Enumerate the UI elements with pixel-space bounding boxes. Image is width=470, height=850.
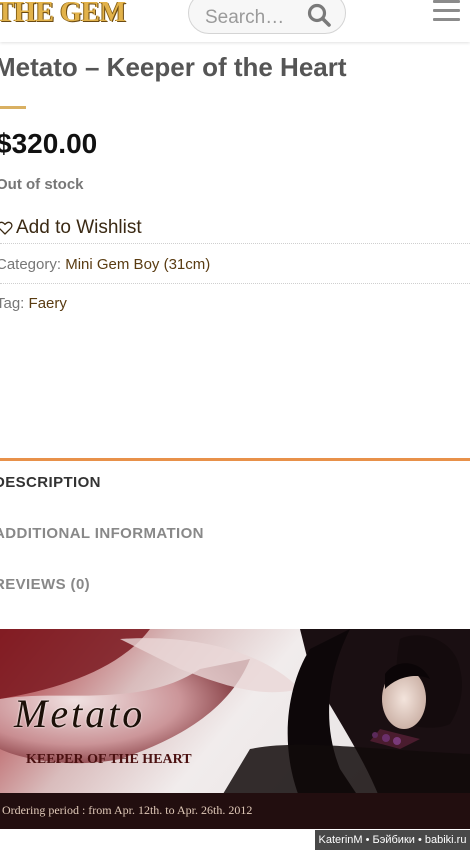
search-icon[interactable] <box>306 2 334 30</box>
tab-additional-information[interactable]: ADDITIONAL INFORMATION <box>0 525 204 542</box>
banner-subtitle: KEEPER OF THE HEART <box>26 752 192 767</box>
product-price: $320.00 <box>0 128 98 159</box>
search-input[interactable] <box>205 7 305 29</box>
banner-name: Metato <box>14 691 146 736</box>
product-tag: Tag: Faery <box>0 295 67 312</box>
heart-icon <box>0 221 13 235</box>
site-header: THE GEM <box>0 0 470 42</box>
stock-status: Out of stock <box>0 176 84 193</box>
tab-description[interactable]: DESCRIPTION <box>0 474 101 491</box>
site-logo[interactable]: THE GEM <box>0 0 126 29</box>
search-box[interactable] <box>188 0 346 34</box>
tag-label: Tag: <box>0 295 25 312</box>
banner-ordering-period: Ordering period : from Apr. 12th. to Apr… <box>2 803 253 817</box>
divider <box>0 283 470 284</box>
product-title: Metato – Keeper of the Heart <box>0 52 347 82</box>
category-link[interactable]: Mini Gem Boy (31cm) <box>65 256 210 273</box>
category-label: Category: <box>0 256 62 273</box>
hamburger-menu-icon[interactable] <box>433 0 461 22</box>
wishlist-label: Add to Wishlist <box>16 217 142 238</box>
tab-reviews[interactable]: REVIEWS (0) <box>0 576 90 593</box>
divider <box>0 243 470 244</box>
tag-link[interactable]: Faery <box>29 295 67 312</box>
tabs-active-indicator <box>0 458 470 461</box>
product-category: Category: Mini Gem Boy (31cm) <box>0 256 210 273</box>
add-to-wishlist-link[interactable]: Add to Wishlist <box>0 217 142 239</box>
image-watermark: KaterinM • Бэйбики • babiki.ru <box>315 830 470 850</box>
title-divider <box>0 106 26 109</box>
